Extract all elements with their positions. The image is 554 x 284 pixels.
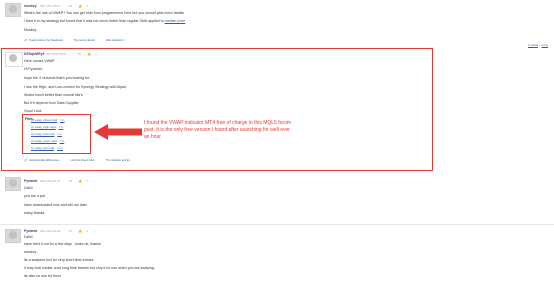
ellipsis-icon[interactable]: … [92, 229, 95, 233]
username[interactable]: moskey [24, 4, 37, 8]
post-text-line: I use the High- and Low-version for Syne… [24, 85, 127, 89]
thumb-up-icon[interactable]: 👍 [87, 52, 91, 56]
post-text-line: Dziki! [24, 186, 33, 190]
to-partial-link[interactable]: to partial [528, 44, 538, 47]
file-link[interactable]: ▤ vwap_close.mq4 3 kb [31, 118, 65, 122]
post-text-line: its also no use for forex [24, 274, 62, 278]
link-icon: 🔗 [24, 39, 28, 42]
highlighted-post: DESqkfdRy9 2017.10.12 15:53 #5 👍 ⇪ … Her… [1, 48, 433, 171]
files-box: Files: ▤ vwap_close.mq4 3 kb ▤ vwap_high.… [22, 114, 91, 154]
post-text-line: Works much better than normal Ma's. [24, 93, 84, 97]
post-nav: to partial | to top [527, 44, 549, 47]
avatar[interactable] [5, 52, 23, 67]
related-links: 🔗 Traders Alerts: the Swapbook The Geniu… [24, 39, 125, 42]
file-icon: ▤ [31, 146, 34, 150]
post-text-line: have tried it out for a few days - looks… [24, 242, 101, 246]
arrow-left-icon [94, 124, 142, 140]
post-actions: 👍 ⇪ … [78, 229, 96, 233]
file-link[interactable]: ▤ vwap_high.mq4 3 kb [31, 125, 63, 129]
median-price-link[interactable]: median price [165, 19, 186, 23]
post-text-line: Hi Pyramid, [24, 67, 43, 71]
thumb-up-icon[interactable]: 👍 [78, 4, 82, 8]
thumb-up-icon[interactable]: 👍 [78, 229, 82, 233]
post-text-line: it may look similar ones long time frame… [24, 266, 155, 270]
related-link[interactable]: The Indicator and Ex [106, 159, 130, 162]
avatar[interactable] [5, 3, 21, 17]
avatar[interactable] [5, 229, 21, 243]
post-3: Pyramid 2017.10.14 01:37 #6 👍 ⇪ … Dziki!… [0, 174, 554, 224]
annotation-note: I found the VWAP indicator MT4 free of c… [144, 120, 292, 140]
post-4: Pyramid 2017.10.14 01:28 #7 👍 ⇪ … Dziki!… [0, 225, 554, 284]
post-text-line: you are a pal [24, 194, 45, 198]
post-text-line: hope the 4 versions that's you looking f… [24, 76, 91, 80]
file-icon: ▤ [31, 139, 34, 143]
thumb-up-icon[interactable]: 👍 [78, 179, 82, 183]
username[interactable]: Pyramid [24, 229, 37, 233]
post-text-line: many thanks [24, 211, 45, 215]
link-icon: 🔗 [24, 159, 28, 162]
post-date: 2017.10.14 01:37 [40, 179, 61, 183]
related-link[interactable]: Historical data differences... [29, 159, 61, 162]
post-date: 2017.10.12 15:27 [40, 4, 61, 8]
related-links: 🔗 Historical data differences... How the… [24, 159, 130, 162]
post-number[interactable]: #5 [78, 53, 81, 56]
post-text-line: moskey [24, 250, 37, 254]
share-icon[interactable]: ⇪ [86, 179, 89, 183]
post-1: moskey 2017.10.12 15:27 #4 👍 ⇪ … What's … [0, 0, 554, 44]
post-text: I tried it in my strategy but found that… [24, 19, 164, 23]
file-link[interactable]: ▤ vwap_open.mq4 3 kb [31, 139, 64, 143]
post-actions: 👍 ⇪ … [87, 52, 105, 56]
post-number[interactable]: #4 [69, 5, 72, 8]
ellipsis-icon[interactable]: … [92, 179, 95, 183]
post-actions: 👍 ⇪ … [78, 4, 96, 8]
file-link[interactable]: ▤ vwap_low.mq4 3 kb [31, 132, 62, 136]
post-actions: 👍 ⇪ … [78, 179, 96, 183]
post-date: 2017.10.12 15:53 [46, 52, 67, 56]
post-text-line: But it's depend from Data Supplier. [24, 101, 80, 105]
post-number[interactable]: #6 [69, 180, 72, 183]
file-icon: ▤ [31, 125, 34, 129]
related-link[interactable]: The Genius Expert [74, 39, 96, 42]
post-date: 2017.10.14 01:28 [40, 229, 61, 233]
share-icon[interactable]: ⇪ [86, 229, 89, 233]
related-link[interactable]: Elite indicators :) [106, 39, 125, 42]
post-text-line: I tried it in my strategy but found that… [24, 19, 185, 23]
to-top-link[interactable]: to top [542, 44, 549, 47]
share-icon[interactable]: ⇪ [86, 4, 89, 8]
file-link[interactable]: ▤ vwap_bar.mq4 14 kb [31, 146, 63, 150]
post-text-line: Good Luck [24, 109, 42, 113]
share-icon[interactable]: ⇪ [95, 52, 98, 56]
post-text-line: Moskey [24, 28, 37, 32]
post-number[interactable]: #7 [69, 230, 72, 233]
post-text-line: Here comes VWAP [24, 59, 55, 63]
ellipsis-icon[interactable]: … [92, 4, 95, 8]
post-text-line: its a scalpers tool for very short time … [24, 258, 94, 262]
avatar[interactable] [5, 177, 21, 191]
username[interactable]: Pyramid [24, 179, 37, 183]
file-icon: ▤ [31, 132, 34, 136]
username[interactable]: DESqkfdRy9 [24, 52, 44, 56]
post-text-line: have downloaded now and will run later [24, 203, 87, 207]
related-link[interactable]: Traders Alerts: the Swapbook [29, 39, 63, 42]
post-text-line: What's the use of VWAP? You can get help… [24, 11, 185, 15]
post-text-line: Dziki! [24, 235, 33, 239]
related-link[interactable]: How the Expert Advi... [71, 159, 97, 162]
ellipsis-icon[interactable]: … [101, 52, 104, 56]
file-icon: ▤ [31, 118, 34, 122]
